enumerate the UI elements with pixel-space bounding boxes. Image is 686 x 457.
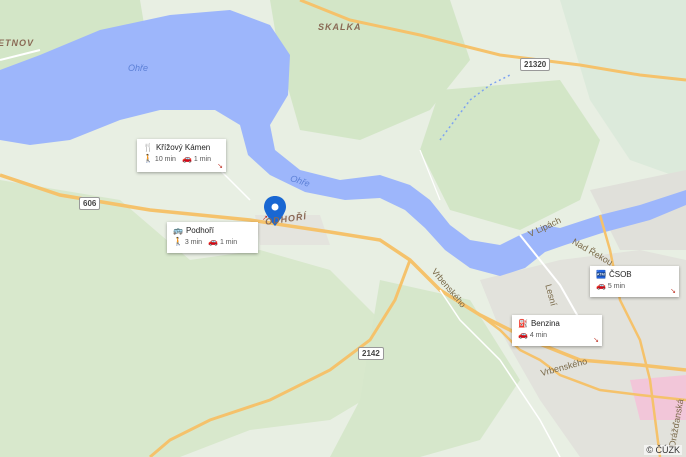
direction-arrow-icon: ↘ [670,288,676,295]
car-icon: 🚗 [208,237,219,246]
car-time: 1 min [193,156,211,163]
direction-arrow-icon: ↘ [593,337,599,344]
poi-title: Benzina [530,319,560,328]
poi-card-podhori[interactable]: 🚌 Podhoří 🚶 3 min 🚗 1 min ↗ [167,215,268,253]
place-label-skalka: SKALKA [318,22,362,32]
car-icon: 🚗 [181,154,192,163]
road-shield-606: 606 [79,197,101,210]
walk-time: 10 min [154,156,176,163]
poi-card-csob[interactable]: 🏧 ČSOB 🚗 5 min ↘ [590,266,679,297]
fuel-station-icon: ⛽ [518,319,528,328]
direction-arrow-icon: ↗ [262,215,268,222]
road-shield-2142: 2142 [358,347,384,360]
car-time: 4 min [529,332,548,339]
restaurant-icon: 🍴 [143,143,153,152]
direction-arrow-icon: ↘ [217,163,223,170]
bus-stop-icon: 🚌 [173,226,183,235]
walk-icon: 🚶 [143,154,153,163]
road-shield-21320: 21320 [520,58,551,71]
poi-title: Podhoří [185,226,214,235]
car-icon: 🚗 [596,281,606,290]
walk-time: 3 min [184,239,203,246]
poi-card-krizovy-kamen[interactable]: 🍴 Křížový Kámen 🚶 10 min 🚗 1 min ↘ [137,139,226,172]
car-icon: 🚗 [518,330,528,339]
poi-title: ČSOB [608,270,632,279]
map-canvas[interactable] [0,0,686,457]
walk-icon: 🚶 [173,237,183,246]
car-time: 1 min [219,239,238,246]
map-copyright[interactable]: © ČÚZK [644,445,682,455]
forest-area [420,80,600,230]
atm-icon: 🏧 [596,270,606,279]
poi-card-benzina[interactable]: ⛽ Benzina 🚗 4 min ↘ [512,315,602,346]
poi-title: Křížový Kámen [155,143,211,152]
place-label-detnov: ETNOV [0,38,35,48]
river-label: Ohře [128,63,149,73]
car-time: 5 min [607,283,626,290]
